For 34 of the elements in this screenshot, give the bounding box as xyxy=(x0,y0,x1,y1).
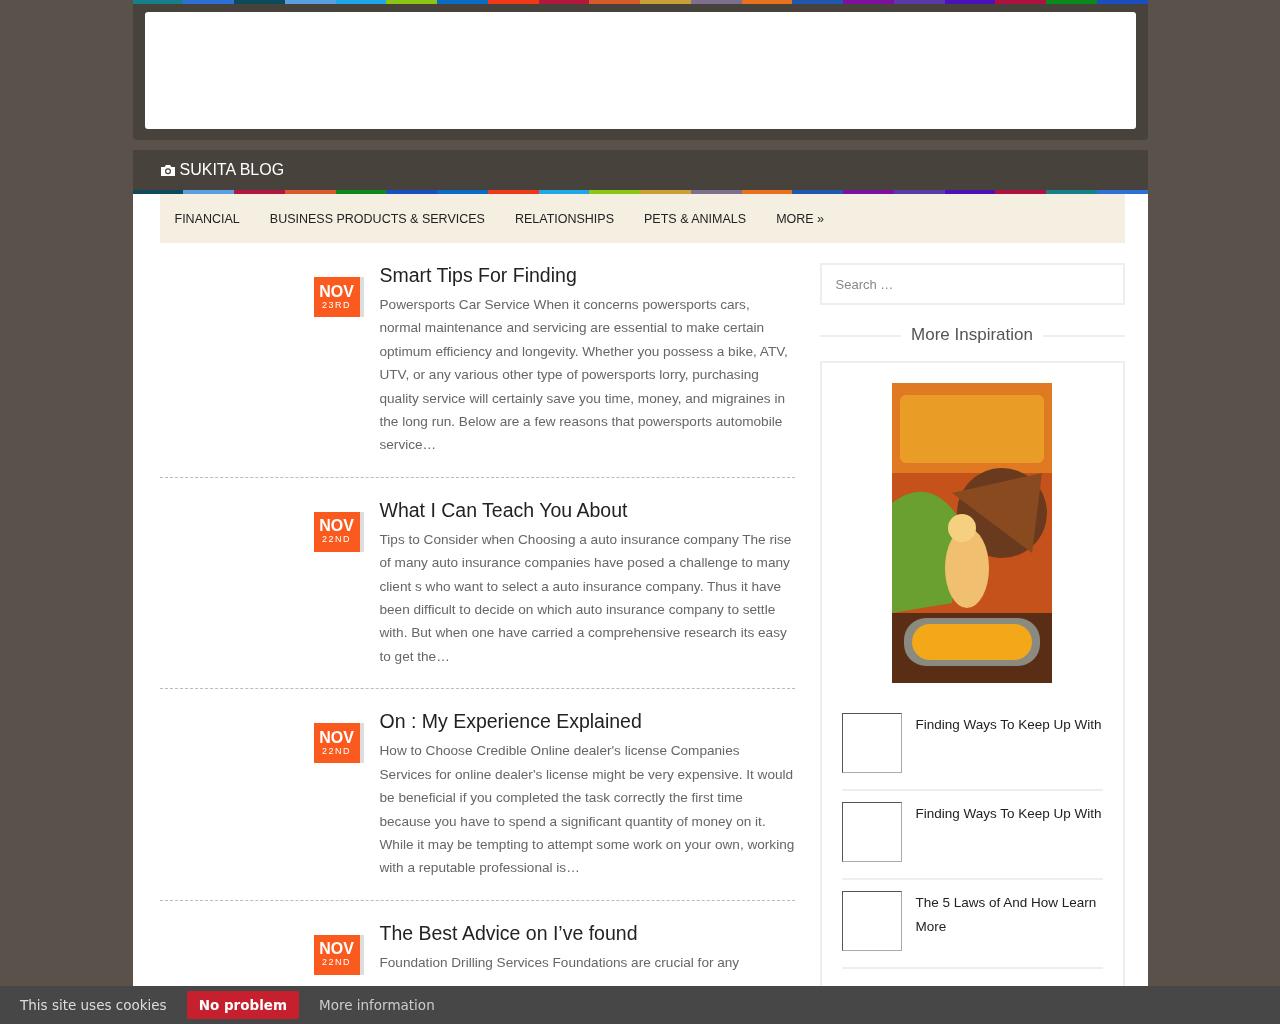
more-information-link[interactable]: More information xyxy=(319,997,435,1013)
menu-item[interactable]: FINANCIAL xyxy=(174,211,240,226)
post-excerpt: Foundation Drilling Services Foundations are crucial for any xyxy=(379,953,741,972)
post-title[interactable]: Smart Tips For Finding xyxy=(379,263,795,287)
widget-heading: More Inspiration xyxy=(901,325,1043,345)
search-field[interactable]: Search … xyxy=(819,263,1125,305)
menu-item[interactable]: MORE » xyxy=(776,211,825,226)
camera-icon xyxy=(159,163,176,177)
post-title[interactable]: The Best Advice on I’ve found xyxy=(379,920,795,945)
date-month: NOV xyxy=(319,729,354,746)
post-excerpt: Powersports Car Service When it concerns powersports cars, normal maintenance and servicing are essential to make certain optimum efficiency and longevity. Whether you possess a bike, ATV, UTV, or any various other type of powersports lorry, purchasing quality service will certainly save you time, money, and migraines in the long run. Below are a few reasons that powersports automobile service… xyxy=(379,296,789,455)
date-month: NOV xyxy=(319,518,354,535)
thumbnail-frame[interactable] xyxy=(841,802,902,862)
thumbnail-frame[interactable] xyxy=(841,713,902,773)
date-day: 22ND xyxy=(322,745,351,757)
menu-item[interactable]: PETS & ANIMALS xyxy=(644,211,747,226)
date-day: 23RD xyxy=(322,299,351,311)
date-month: NOV xyxy=(319,941,354,958)
cookie-message: This site uses cookies xyxy=(20,997,167,1013)
site-title[interactable]: SUKITA BLOG xyxy=(179,161,285,179)
menu-item[interactable]: RELATIONSHIPS xyxy=(514,211,614,226)
thumbnail-frame[interactable] xyxy=(841,891,902,951)
post-title[interactable]: What I Can Teach You About xyxy=(379,497,795,522)
date-day: 22ND xyxy=(322,534,351,546)
post-excerpt: How to Choose Credible Online dealer's license Companies Services for online dealer's license might be very expensive. It would be beneficial if you completed the task correctly the first time because you have to spend a significant quantity of money on it. While it may be tempting to attempt some work on your own, working with a reputable professional is… xyxy=(379,742,795,878)
post-excerpt: Tips to Consider when Choosing a auto insurance company The rise of many auto insurance companies have posed a challenge to many client s who want to select a auto insurance company. Thus it have been difficult to decide on which auto insurance company to settle with. But when one have carried a comprehensive research its easy to get the… xyxy=(379,530,793,666)
date-day: 22ND xyxy=(322,957,351,969)
post-link[interactable]: Finding Ways To Keep Up With xyxy=(915,713,1102,773)
date-month: NOV xyxy=(319,283,354,300)
accept-button[interactable]: No problem xyxy=(186,991,299,1019)
post-title[interactable]: On : My Experience Explained xyxy=(379,709,795,734)
post-link[interactable]: The 5 Laws of And How Learn More xyxy=(915,891,1103,951)
menu-item[interactable]: BUSINESS PRODUCTS & SERVICES xyxy=(269,211,485,226)
post-link[interactable]: Finding Ways To Keep Up With xyxy=(915,802,1102,862)
